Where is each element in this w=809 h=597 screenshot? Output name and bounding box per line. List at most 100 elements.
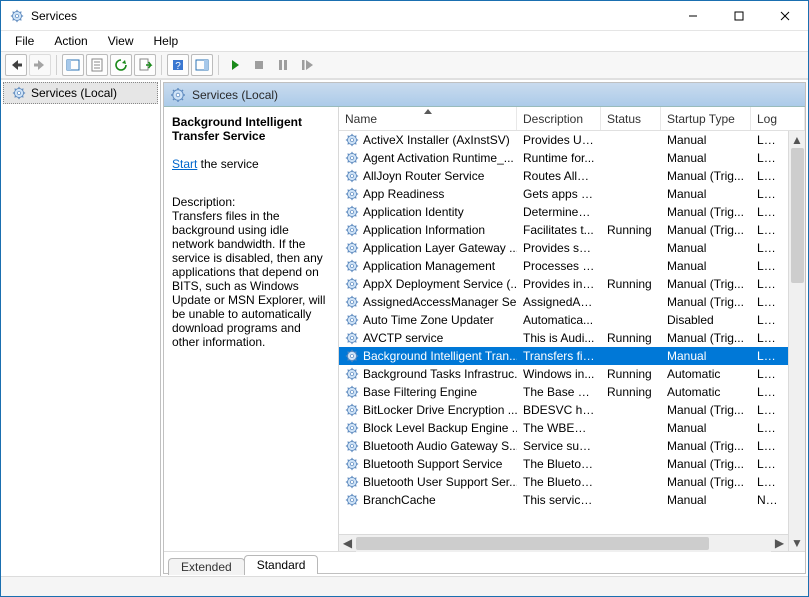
tab-standard[interactable]: Standard: [244, 555, 319, 574]
service-startup-type: Manual: [661, 151, 751, 165]
service-action-row: Start the service: [172, 157, 330, 171]
service-row[interactable]: Application InformationFacilitates t...R…: [339, 221, 788, 239]
service-startup-type: Disabled: [661, 313, 751, 327]
show-hide-action-pane-button[interactable]: [191, 54, 213, 76]
service-action-suffix: the service: [197, 157, 258, 171]
status-bar: [1, 576, 808, 596]
column-logon[interactable]: Log: [751, 107, 805, 130]
scroll-thumb[interactable]: [356, 537, 709, 550]
separator: [161, 55, 162, 75]
service-row[interactable]: Agent Activation Runtime_...Runtime for.…: [339, 149, 788, 167]
gear-icon: [345, 403, 359, 417]
service-row[interactable]: Bluetooth Audio Gateway S...Service sup.…: [339, 437, 788, 455]
column-name[interactable]: Name: [339, 107, 517, 130]
service-row[interactable]: BitLocker Drive Encryption ...BDESVC hos…: [339, 401, 788, 419]
minimize-button[interactable]: [670, 1, 716, 30]
service-logon: Loca: [751, 385, 788, 399]
show-hide-tree-button[interactable]: [62, 54, 84, 76]
scroll-thumb[interactable]: [791, 148, 804, 283]
service-startup-type: Automatic: [661, 367, 751, 381]
menu-file[interactable]: File: [5, 32, 44, 50]
service-startup-type: Manual (Trig...: [661, 403, 751, 417]
service-name: Bluetooth Audio Gateway S...: [363, 439, 517, 453]
service-description: Determines ...: [517, 205, 601, 219]
properties-button[interactable]: [86, 54, 108, 76]
tab-extended[interactable]: Extended: [168, 558, 245, 575]
service-row[interactable]: Application ManagementProcesses in...Man…: [339, 257, 788, 275]
service-startup-type: Manual: [661, 421, 751, 435]
service-row[interactable]: AllJoyn Router ServiceRoutes AllJo...Man…: [339, 167, 788, 185]
column-status[interactable]: Status: [601, 107, 661, 130]
service-row[interactable]: AVCTP serviceThis is Audi...RunningManua…: [339, 329, 788, 347]
service-name: Auto Time Zone Updater: [363, 313, 494, 327]
service-row[interactable]: Background Intelligent Tran...Transfers …: [339, 347, 788, 365]
menu-view[interactable]: View: [98, 32, 144, 50]
gear-icon: [345, 457, 359, 471]
service-status: Running: [601, 385, 661, 399]
start-service-button[interactable]: [224, 54, 246, 76]
column-description[interactable]: Description: [517, 107, 601, 130]
refresh-button[interactable]: [110, 54, 132, 76]
restart-service-button[interactable]: [296, 54, 318, 76]
gear-icon: [345, 475, 359, 489]
menu-help[interactable]: Help: [144, 32, 189, 50]
separator: [218, 55, 219, 75]
service-logon: Netw: [751, 493, 788, 507]
column-startup-type[interactable]: Startup Type: [661, 107, 751, 130]
service-row[interactable]: BranchCacheThis service ...ManualNetw: [339, 491, 788, 509]
horizontal-scrollbar[interactable]: ◀ ▶: [339, 534, 788, 551]
service-row[interactable]: Auto Time Zone UpdaterAutomatica...Disab…: [339, 311, 788, 329]
service-row[interactable]: AssignedAccessManager Se...AssignedAc...…: [339, 293, 788, 311]
service-startup-type: Manual (Trig...: [661, 331, 751, 345]
service-name: Background Tasks Infrastruc...: [363, 367, 517, 381]
scroll-track[interactable]: [789, 148, 805, 534]
service-row[interactable]: Application IdentityDetermines ...Manual…: [339, 203, 788, 221]
help-button[interactable]: ?: [167, 54, 189, 76]
service-description: Provides su...: [517, 241, 601, 255]
services-window: Services File Action View Help ?: [0, 0, 809, 597]
tree-root-services-local[interactable]: Services (Local): [3, 82, 158, 104]
service-startup-type: Manual (Trig...: [661, 205, 751, 219]
service-row[interactable]: Application Layer Gateway ...Provides su…: [339, 239, 788, 257]
gear-icon: [345, 223, 359, 237]
service-logon: Loca: [751, 133, 788, 147]
detail-header: Services (Local): [164, 83, 805, 107]
service-row[interactable]: Bluetooth Support ServiceThe Bluetoo...M…: [339, 455, 788, 473]
service-description: Provides Us...: [517, 133, 601, 147]
service-logon: Loca: [751, 313, 788, 327]
scroll-right-arrow-icon[interactable]: ▶: [771, 535, 788, 552]
service-logon: Loca: [751, 421, 788, 435]
service-row[interactable]: Block Level Backup Engine ...The WBENG..…: [339, 419, 788, 437]
scroll-left-arrow-icon[interactable]: ◀: [339, 535, 356, 552]
gear-icon: [345, 133, 359, 147]
service-startup-type: Manual: [661, 133, 751, 147]
scroll-down-arrow-icon[interactable]: ▼: [789, 534, 805, 551]
close-button[interactable]: [762, 1, 808, 30]
start-service-link[interactable]: Start: [172, 157, 197, 171]
export-list-button[interactable]: [134, 54, 156, 76]
service-row[interactable]: Background Tasks Infrastruc...Windows in…: [339, 365, 788, 383]
service-name: Application Information: [363, 223, 485, 237]
forward-button[interactable]: [29, 54, 51, 76]
scroll-track[interactable]: [356, 535, 771, 552]
service-row[interactable]: Bluetooth User Support Ser...The Bluetoo…: [339, 473, 788, 491]
stop-service-button[interactable]: [248, 54, 270, 76]
window-title: Services: [31, 9, 670, 23]
pause-service-button[interactable]: [272, 54, 294, 76]
maximize-button[interactable]: [716, 1, 762, 30]
service-logon: Loca: [751, 169, 788, 183]
service-row[interactable]: Base Filtering EngineThe Base Fil...Runn…: [339, 383, 788, 401]
service-row[interactable]: ActiveX Installer (AxInstSV)Provides Us.…: [339, 131, 788, 149]
service-logon: Loca: [751, 205, 788, 219]
scroll-up-arrow-icon[interactable]: ▲: [789, 131, 805, 148]
back-button[interactable]: [5, 54, 27, 76]
gear-icon: [345, 439, 359, 453]
vertical-scrollbar[interactable]: ▲ ▼: [788, 131, 805, 551]
service-startup-type: Manual: [661, 187, 751, 201]
service-row[interactable]: App ReadinessGets apps re...ManualLoca: [339, 185, 788, 203]
menu-action[interactable]: Action: [44, 32, 97, 50]
service-rows: ActiveX Installer (AxInstSV)Provides Us.…: [339, 131, 788, 534]
description-heading: Description:: [172, 195, 330, 209]
service-row[interactable]: AppX Deployment Service (...Provides inf…: [339, 275, 788, 293]
service-startup-type: Manual (Trig...: [661, 223, 751, 237]
